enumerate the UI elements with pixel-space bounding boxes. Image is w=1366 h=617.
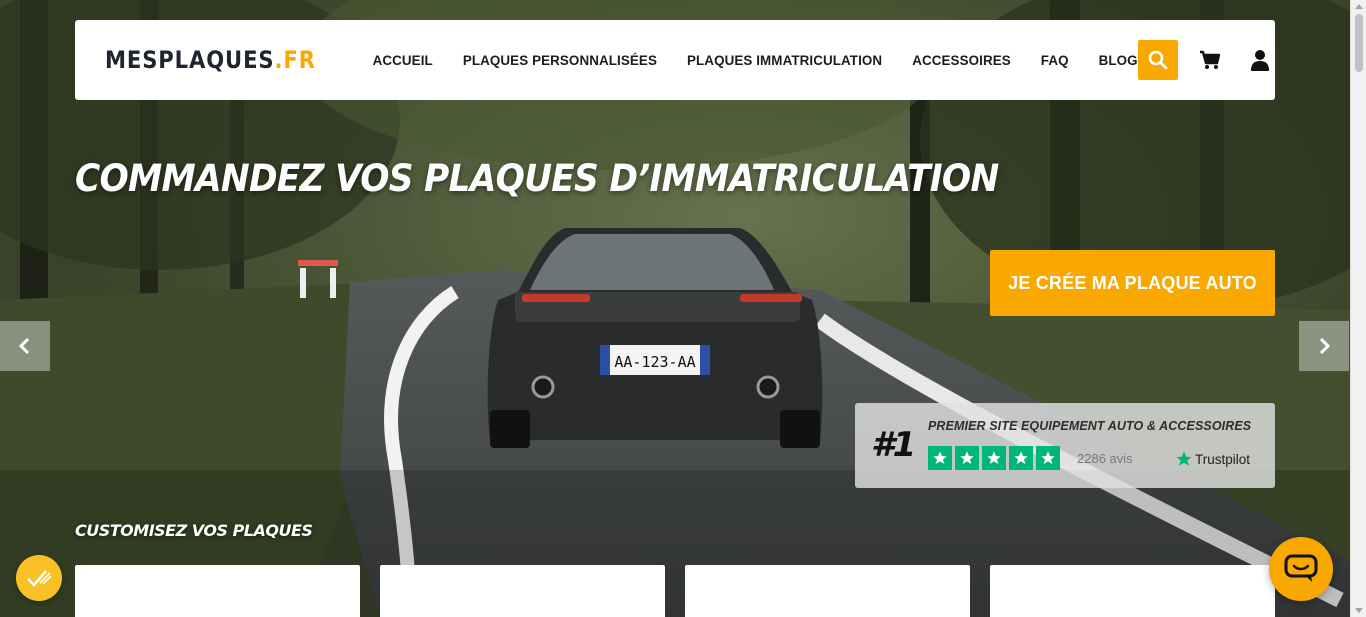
license-plate-text: AA-123-AA: [614, 353, 695, 371]
chevron-right-icon: [1319, 337, 1331, 355]
trust-heading: PREMIER SITE EQUIPEMENT AUTO & ACCESSOIR…: [928, 419, 1252, 433]
create-plate-button[interactable]: JE CRÉE MA PLAQUE AUTO: [990, 250, 1275, 316]
slider-prev-button[interactable]: [0, 321, 50, 371]
user-icon: [1250, 50, 1269, 71]
chat-button[interactable]: [1269, 537, 1333, 601]
trustpilot-label: Trustpilot: [1195, 451, 1251, 467]
star-icon: [1009, 446, 1033, 470]
chat-icon: [1284, 554, 1318, 582]
cookie-consent-icon: [27, 570, 52, 587]
slider-next-button[interactable]: [1299, 321, 1349, 371]
chevron-left-icon: [18, 337, 30, 355]
trustpilot-badge[interactable]: #1 PREMIER SITE EQUIPEMENT AUTO & ACCESS…: [855, 403, 1275, 488]
logo-suffix: .FR: [274, 46, 316, 74]
site-logo[interactable]: MESPLAQUES.FR: [105, 46, 316, 74]
rank-label: #1: [871, 425, 916, 465]
account-button[interactable]: [1242, 40, 1278, 80]
cookie-consent-button[interactable]: [16, 555, 62, 601]
star-icon: [982, 446, 1006, 470]
scroll-up-arrow[interactable]: [1355, 4, 1363, 9]
nav-link-accueil[interactable]: ACCUEIL: [373, 53, 433, 68]
logo-text: MESPLAQUES: [105, 46, 275, 74]
page-scrollbar[interactable]: [1350, 0, 1366, 617]
nav-link-plaques-personnalisees[interactable]: PLAQUES PERSONNALISÉES: [463, 53, 657, 68]
nav-link-plaques-immatriculation[interactable]: PLAQUES IMMATRICULATION: [687, 53, 882, 68]
search-button[interactable]: [1137, 40, 1178, 80]
rating-stars: [928, 446, 1060, 470]
trustpilot-logo: Trustpilot: [1175, 450, 1250, 468]
star-icon: [1036, 446, 1060, 470]
nav-menu: ACCUEIL PLAQUES PERSONNALISÉES PLAQUES I…: [373, 53, 1138, 68]
review-count: 2286 avis: [1077, 451, 1133, 466]
main-navbar: MESPLAQUES.FR ACCUEIL PLAQUES PERSONNALI…: [75, 20, 1275, 100]
trustpilot-star-icon: [1176, 451, 1192, 466]
product-card[interactable]: [685, 565, 970, 617]
product-card[interactable]: [380, 565, 665, 617]
customise-section-title: CUSTOMISEZ VOS PLAQUES: [75, 521, 313, 540]
cart-button[interactable]: [1192, 40, 1228, 80]
hero-section: AA-123-AA MESPLAQUES.FR ACCUEIL PLAQUES …: [0, 0, 1350, 617]
product-card[interactable]: [75, 565, 360, 617]
scroll-thumb[interactable]: [1355, 14, 1363, 72]
star-icon: [955, 446, 979, 470]
hero-title: COMMANDEZ VOS PLAQUES D’IMMATRICULATION: [75, 157, 999, 200]
nav-actions: [1137, 40, 1278, 80]
product-card[interactable]: [990, 565, 1275, 617]
nav-link-blog[interactable]: BLOG: [1099, 53, 1138, 68]
nav-link-faq[interactable]: FAQ: [1041, 53, 1069, 68]
scroll-down-arrow[interactable]: [1355, 608, 1363, 613]
nav-link-accessoires[interactable]: ACCESSOIRES: [912, 53, 1011, 68]
star-icon: [928, 446, 952, 470]
search-icon: [1148, 50, 1168, 70]
cart-icon: [1199, 50, 1220, 69]
